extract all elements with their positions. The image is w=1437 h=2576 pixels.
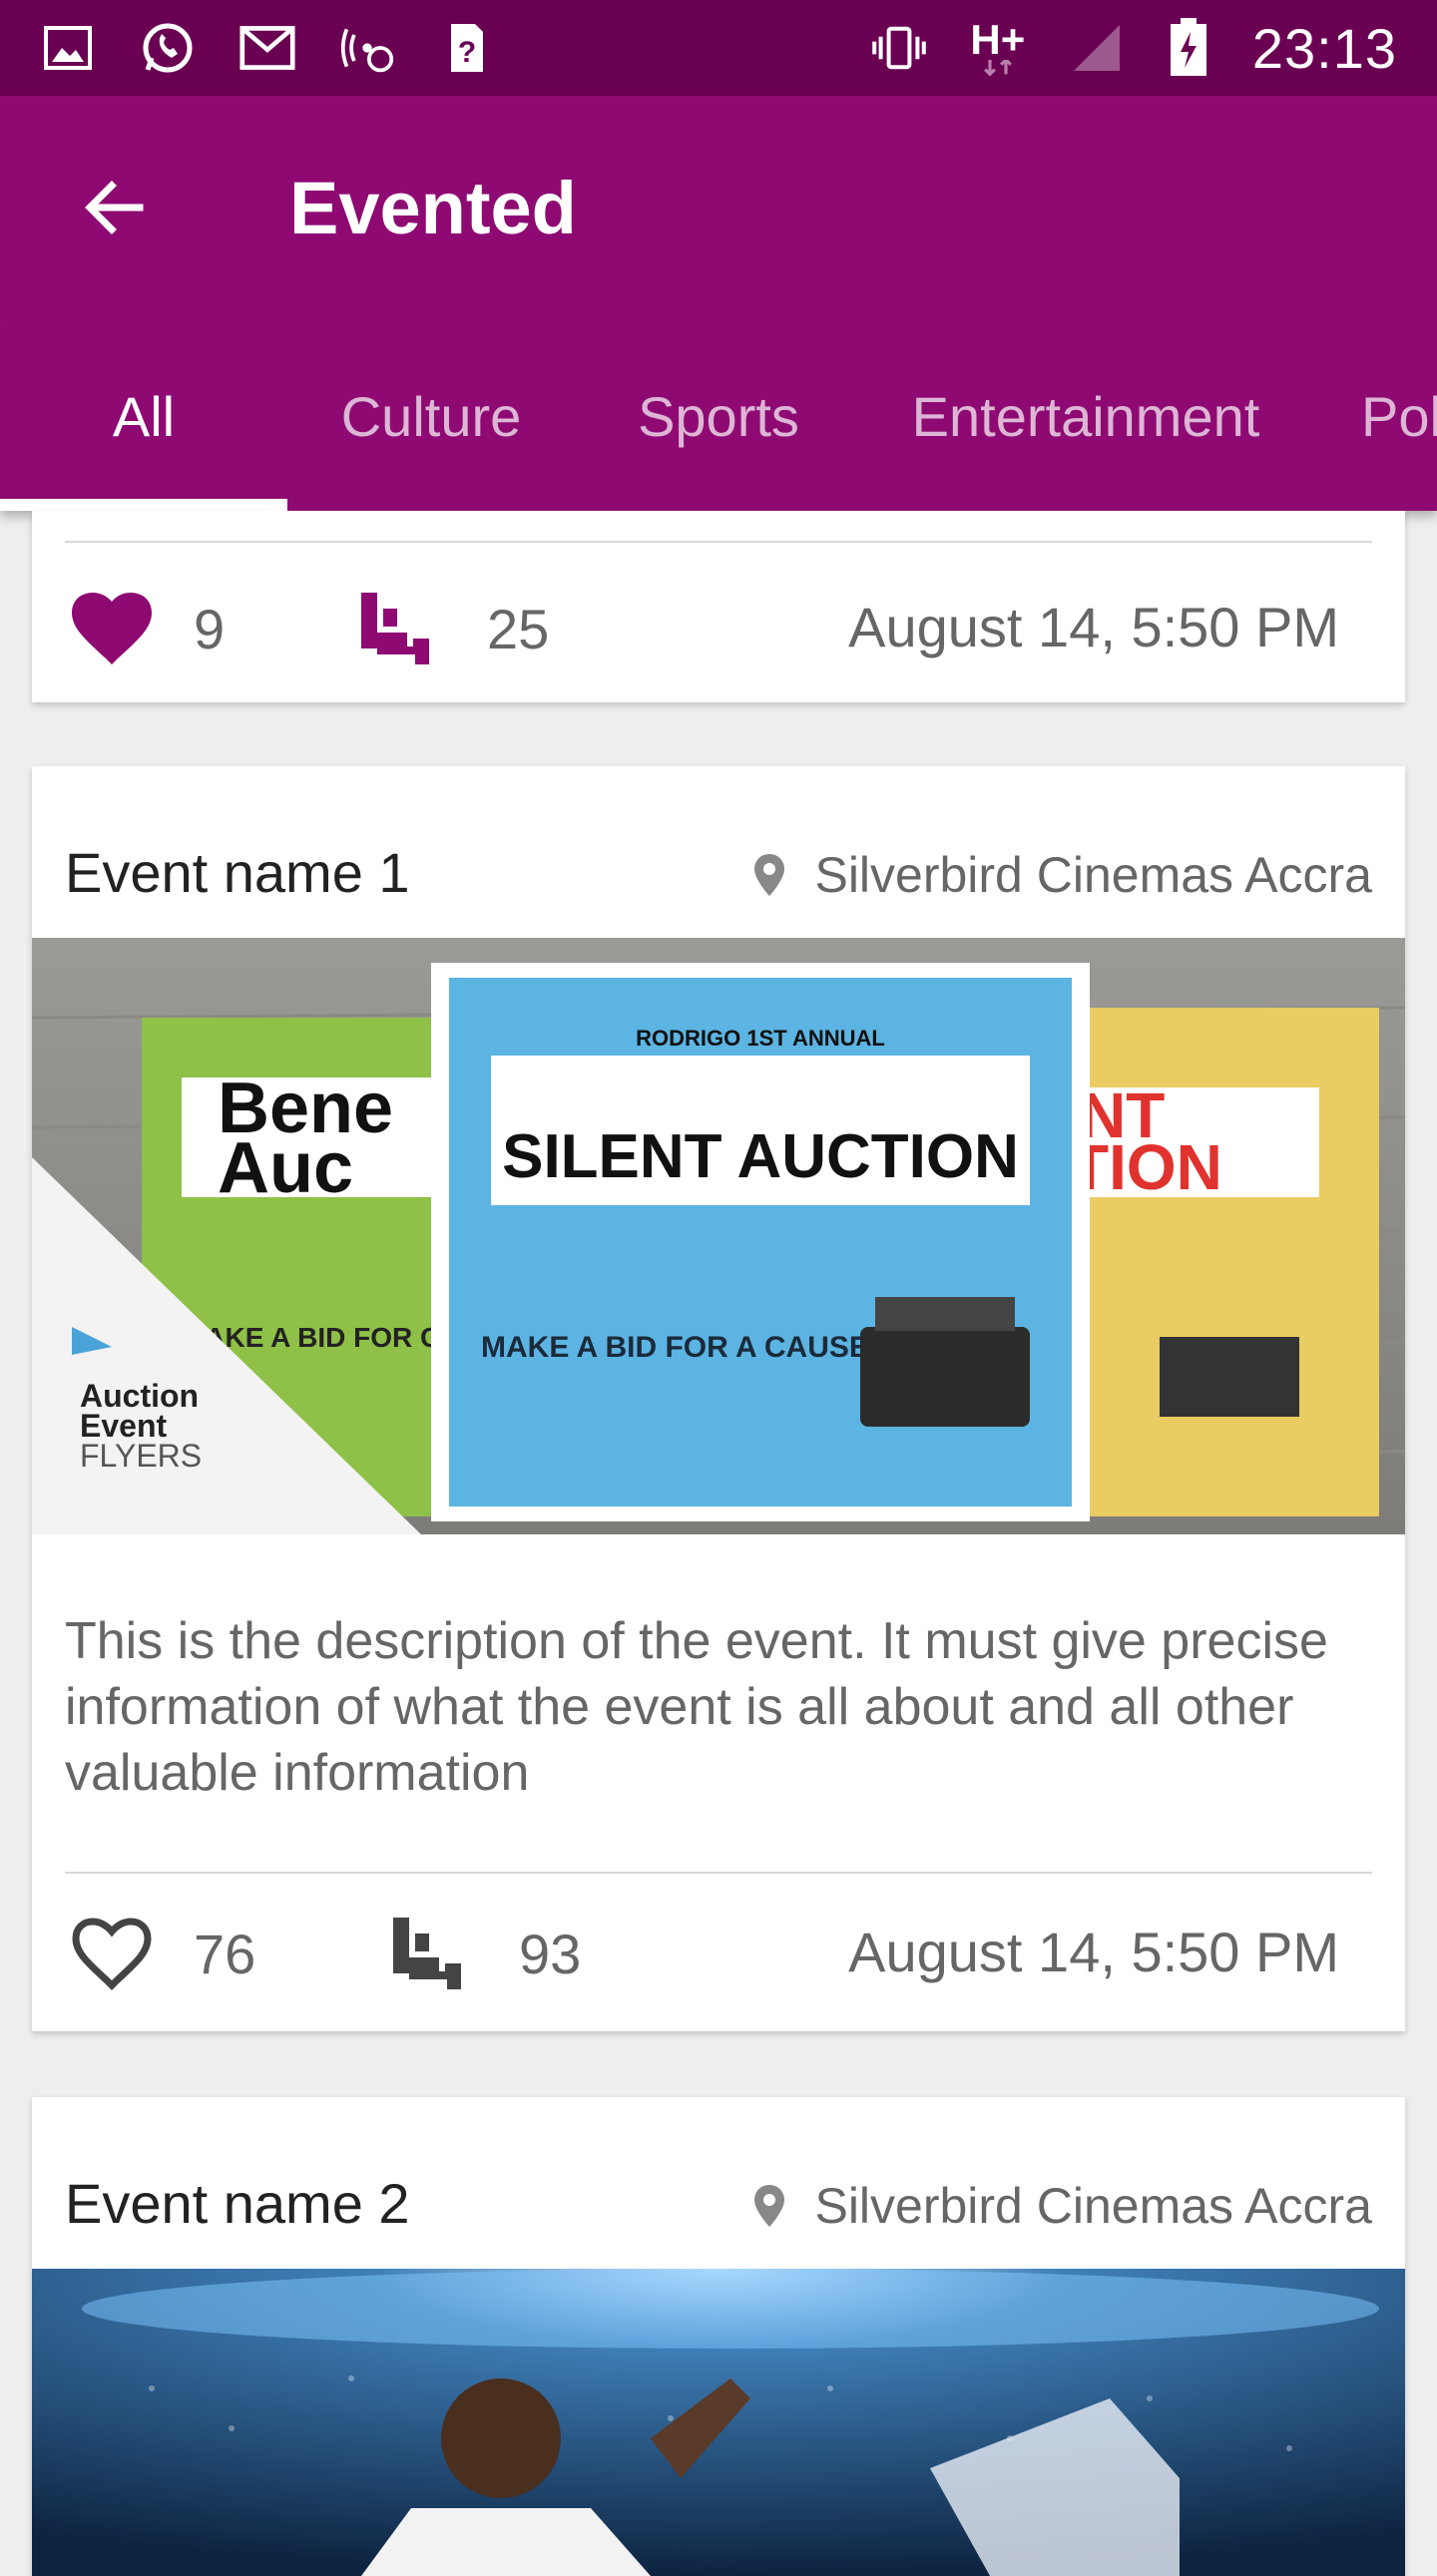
heart-filled-icon [72,593,152,664]
seat-icon [361,593,429,664]
tab-all[interactable]: All [0,321,287,511]
divider [65,1872,1372,1874]
poster-left-title2: Auc [218,1128,353,1208]
event-name: Event name 2 [65,2172,410,2235]
svg-text:?: ? [458,36,476,69]
poster-center-title: SILENT AUCTION [502,1122,1019,1191]
gmail-icon [240,20,295,76]
sim-unknown-icon: ? [439,20,495,76]
event-card[interactable]: Event name 1 Silverbird Cinemas Accra Be [32,766,1405,2031]
tab-culture[interactable]: Culture [287,321,575,511]
network-type: H+ [963,19,1033,76]
category-tabs: All Culture Sports Entertainment Pol [0,321,1437,511]
app-bar: Evented [0,96,1437,321]
seat-icon [393,1918,461,1989]
tab-politics[interactable]: Pol [1309,321,1437,511]
brand-line3: FLYERS [80,1438,202,1474]
back-button[interactable] [58,152,170,263]
tab-sports[interactable]: Sports [575,321,862,511]
event-image[interactable]: Bene Auc MAKE A BID FOR CAUSE! NT TION R… [32,938,1405,1534]
vibrate-icon [871,20,927,76]
location-pin-icon [754,854,785,896]
event-date: August 14, 5:50 PM [848,1921,1339,1983]
gallery-icon [40,20,96,76]
location-pin-icon [754,2185,785,2227]
divider [65,541,1372,543]
like-count: 9 [194,597,226,660]
like-button[interactable]: 76 [68,1904,255,2003]
event-date: August 14, 5:50 PM [848,596,1339,658]
event-description: This is the description of the event. It… [65,1612,1328,1802]
event-image[interactable] [32,2269,1405,2576]
seat-count: 93 [519,1922,582,1985]
wifi-calling-icon [339,20,395,76]
heart-outline-icon [72,1918,152,1990]
event-name: Event name 1 [65,841,410,904]
event-card[interactable]: Event name 2 Silverbird Cinemas Accra [32,2097,1405,2576]
event-venue: Silverbird Cinemas Accra [754,2177,1372,2235]
seats-stat: 93 [389,1904,581,2003]
poster-right-title2: TION [1070,1131,1222,1203]
event-venue: Silverbird Cinemas Accra [754,846,1372,904]
status-bar: ? H+ 23:13 [0,0,1437,96]
like-button[interactable]: 9 [68,579,225,678]
like-count: 76 [194,1922,256,1985]
signal-icon [1069,20,1125,76]
venue-name: Silverbird Cinemas Accra [814,2178,1372,2234]
battery-charging-icon [1161,18,1216,76]
poster-center-top: RODRIGO 1ST ANNUAL [636,1026,885,1051]
poster-center-cta: MAKE A BID FOR A CAUSE! [481,1331,879,1364]
tab-entertainment[interactable]: Entertainment [862,321,1309,511]
event-card[interactable]: 9 25 August 14, 5:50 PM [32,511,1405,702]
venue-name: Silverbird Cinemas Accra [814,847,1372,903]
tab-indicator [0,499,287,511]
seat-count: 25 [487,597,550,660]
whatsapp-icon [140,20,196,76]
page-title: Evented [289,167,577,249]
arrow-back-icon [85,181,144,234]
clock: 23:13 [1251,16,1397,80]
seats-stat: 25 [357,579,549,678]
